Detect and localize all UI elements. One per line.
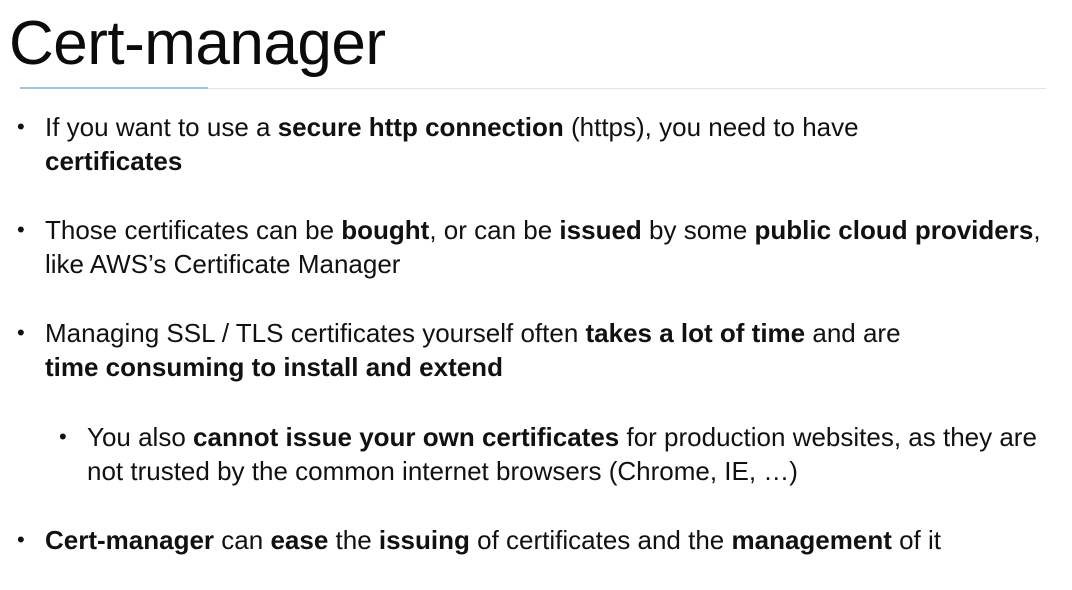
text-segment-bold: management [731,525,892,555]
title-divider-accent [20,87,208,89]
slide-title: Cert-manager [9,9,386,78]
text-segment: can [214,525,271,555]
text-segment-bold: secure http connection [277,112,564,142]
text-segment: Managing SSL / TLS certificates yourself… [45,318,586,348]
text-segment: and are [805,318,901,348]
text-segment-bold: cannot issue your own certificates [193,422,620,452]
bullet-dot-icon: • [17,527,25,552]
bullet-text: Cert-manager can ease the issuing of cer… [45,523,1055,557]
text-segment-bold: time consuming to install and extend [45,352,503,382]
text-segment: the [328,525,379,555]
text-segment-bold: Cert-manager [45,525,215,555]
text-segment-bold: takes a lot of time [585,318,806,348]
text-segment-bold: public cloud providers [754,215,1034,245]
bullet-dot-icon: • [17,114,25,139]
text-segment-bold: issuing [378,525,470,555]
slide: Cert-manager • If you want to use a secu… [0,0,1072,590]
text-segment: of it [891,525,942,555]
bullet-dot-icon: • [59,424,67,449]
text-segment: Those certificates can be [45,215,342,245]
text-segment: by some [641,215,755,245]
bullet-text: You also cannot issue your own certifica… [87,420,1057,488]
bullet-text: Those certificates can be bought, or can… [45,213,1055,281]
bullet-text: If you want to use a secure http connect… [45,110,1055,178]
bullet-text: Managing SSL / TLS certificates yourself… [45,316,1055,384]
bullet-dot-icon: • [17,320,25,345]
text-segment-bold: bought [341,215,430,245]
text-segment-bold: ease [270,525,329,555]
text-segment: If you want to use a [45,112,278,142]
text-segment-bold: issued [559,215,642,245]
text-segment: of certificates and the [469,525,732,555]
text-segment: , or can be [429,215,560,245]
bullet-dot-icon: • [17,217,25,242]
text-segment: (https), you need to have [563,112,859,142]
text-segment: You also [87,422,194,452]
text-segment-bold: certificates [45,146,183,176]
